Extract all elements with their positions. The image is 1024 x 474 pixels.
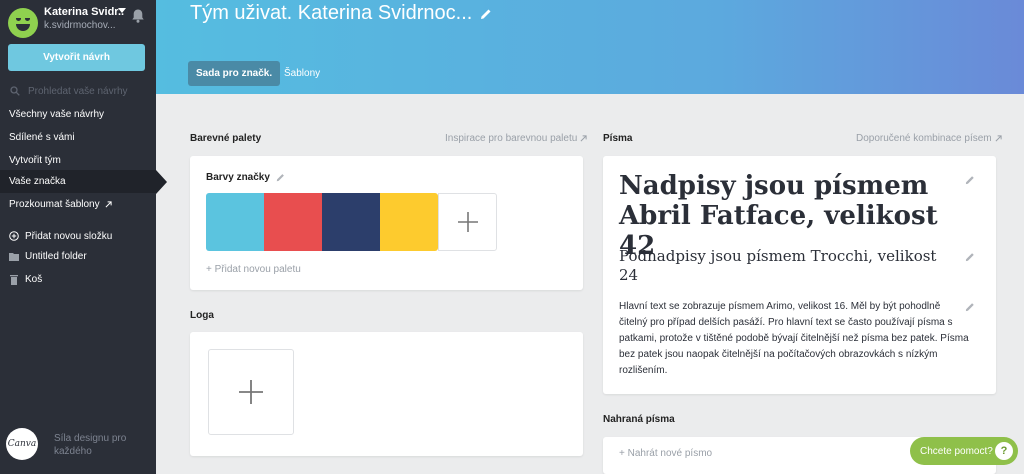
color-swatch[interactable] — [322, 193, 380, 251]
tab-brand-kit[interactable]: Sada pro značk. — [188, 61, 281, 86]
add-logo-button[interactable] — [208, 349, 294, 435]
uploaded-fonts-title: Nahraná písma — [603, 414, 675, 425]
palette-inspiration-link[interactable]: Inspirace pro barevnou paletu — [445, 133, 587, 144]
color-swatches — [206, 193, 438, 251]
help-button[interactable]: Chcete pomoct? ? — [910, 437, 1018, 465]
add-color-button[interactable] — [438, 193, 497, 251]
chevron-down-icon[interactable] — [118, 8, 126, 13]
color-swatch[interactable] — [264, 193, 322, 251]
search-bar — [8, 84, 148, 100]
plus-icon — [457, 212, 478, 232]
trash-label: Koš — [25, 273, 43, 285]
pencil-icon[interactable] — [965, 252, 975, 262]
sidebar-item-create-team[interactable]: Vytvořit tým — [0, 149, 156, 172]
palettes-title: Barevné palety — [190, 133, 262, 144]
add-folder-button[interactable]: Přidat novou složku — [9, 227, 112, 245]
sidebar-item-templates[interactable]: Prozkoumat šablony — [0, 193, 156, 216]
profile-name: Katerina Svidr... — [44, 6, 124, 18]
avatar[interactable] — [8, 8, 38, 38]
logos-title: Loga — [190, 310, 214, 321]
color-swatch[interactable] — [206, 193, 264, 251]
search-icon — [10, 86, 20, 96]
sidebar-item-brand[interactable]: Vaše značka — [0, 170, 156, 193]
external-link-icon — [580, 135, 587, 142]
active-indicator — [156, 170, 167, 194]
subheading-font-sample: Podnadpisy jsou písmem Trocchi, velikost… — [619, 247, 937, 284]
help-label: Chcete pomoct? — [920, 445, 993, 457]
bell-icon[interactable] — [130, 8, 146, 24]
canva-logo[interactable]: Canva — [6, 428, 38, 460]
sidebar-item-label: Sdílené s vámi — [9, 132, 75, 143]
tab-templates[interactable]: Šablony — [284, 61, 320, 86]
plus-icon — [239, 380, 263, 404]
palette-name-label: Barvy značky — [206, 172, 270, 183]
palette-inspiration-label: Inspirace pro barevnou paletu — [445, 133, 578, 144]
folder-label: Untitled folder — [25, 250, 87, 262]
fonts-card: Nadpisy jsou písmem Abril Fatface, velik… — [603, 156, 996, 394]
profile-menu[interactable]: Katerina Svidr... k.svidrmochov... — [8, 6, 156, 38]
team-title: Tým uživat. Katerina Svidrnoc... — [190, 2, 473, 24]
logos-card — [190, 332, 583, 456]
add-palette-button[interactable]: + Přidat novou paletu — [206, 264, 301, 275]
pencil-icon[interactable] — [965, 175, 975, 185]
pencil-icon[interactable] — [276, 173, 285, 182]
pencil-icon[interactable] — [965, 302, 975, 312]
pencil-icon[interactable] — [480, 8, 492, 20]
sidebar-item-trash[interactable]: Koš — [9, 270, 42, 288]
add-folder-label: Přidat novou složku — [25, 230, 113, 242]
palette-name[interactable]: Barvy značky — [206, 172, 285, 183]
sidebar-item-label: Všechny vaše návrhy — [9, 109, 105, 120]
page-header: Tým uživat. Katerina Svidrnoc... Sada pr… — [156, 0, 1024, 94]
sidebar-item-all-designs[interactable]: Všechny vaše návrhy — [0, 103, 156, 126]
external-link-icon — [105, 201, 112, 208]
sidebar-item-folder[interactable]: Untitled folder — [9, 247, 87, 265]
footer-tagline: Síla designu pro každého — [54, 433, 127, 457]
font-combinations-link[interactable]: Doporučené kombinace písem — [856, 133, 1002, 144]
sidebar-item-label: Prozkoumat šablony — [9, 199, 100, 210]
search-input[interactable] — [28, 84, 143, 99]
sidebar-item-label: Vytvořit tým — [9, 155, 61, 166]
folder-icon — [9, 252, 19, 261]
sidebar: Katerina Svidr... k.svidrmochov... Vytvo… — [0, 0, 156, 474]
upload-font-button[interactable]: + Nahrát nové písmo — [619, 448, 712, 459]
fonts-title: Písma — [603, 133, 633, 144]
plus-circle-icon — [9, 231, 19, 241]
create-design-button[interactable]: Vytvořit návrh — [8, 44, 145, 71]
page-title[interactable]: Tým uživat. Katerina Svidrnoc... — [190, 2, 492, 25]
font-combinations-label: Doporučené kombinace písem — [856, 133, 992, 144]
color-swatch[interactable] — [380, 193, 438, 251]
external-link-icon — [995, 135, 1002, 142]
question-icon: ? — [995, 442, 1013, 460]
sidebar-item-shared[interactable]: Sdílené s vámi — [0, 126, 156, 149]
body-font-sample: Hlavní text se zobrazuje písmem Arimo, v… — [619, 301, 969, 376]
trash-icon — [10, 274, 18, 285]
sidebar-item-label: Vaše značka — [9, 176, 66, 187]
palette-card: Barvy značky + Přidat novou paletu — [190, 156, 583, 290]
profile-email: k.svidrmochov... — [44, 20, 116, 31]
